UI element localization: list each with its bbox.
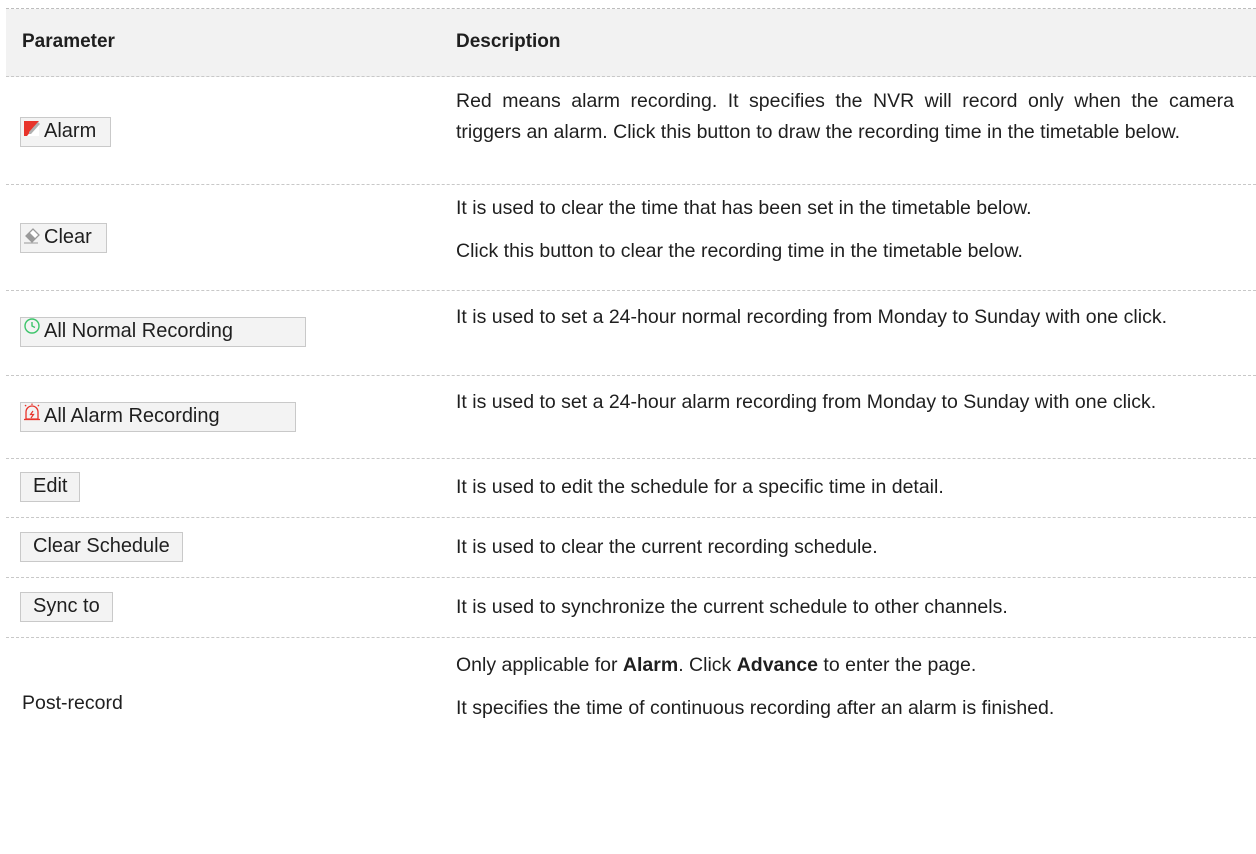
header-description: Description	[456, 31, 561, 52]
parameter-table: Parameter Description Alarm Red means al…	[6, 8, 1256, 755]
table-row-alarm: Alarm Red means alarm recording. It spec…	[6, 77, 1256, 185]
table-row-post-record: Post-record Only applicable for Alarm. C…	[6, 638, 1256, 755]
alarm-button[interactable]: Alarm	[20, 117, 112, 147]
clear-button[interactable]: Clear	[20, 223, 107, 253]
table-header: Parameter Description	[6, 9, 1256, 77]
post-record-label: Post-record	[22, 692, 123, 714]
eraser-icon	[23, 224, 41, 246]
table-row-clear-schedule: Clear Schedule It is used to clear the c…	[6, 518, 1256, 578]
all-normal-description: It is used to set a 24-hour normal recor…	[456, 306, 1168, 328]
table-row-clear: Clear It is used to clear the time that …	[6, 185, 1256, 291]
clock-icon	[23, 318, 41, 340]
edit-button[interactable]: Edit	[20, 472, 81, 502]
advance-term: Advance	[736, 654, 818, 676]
all-normal-recording-label: All Normal Recording	[44, 320, 233, 342]
table-row-edit: Edit It is used to edit the schedule for…	[6, 459, 1256, 518]
all-alarm-recording-label: All Alarm Recording	[44, 405, 220, 427]
table-row-all-alarm: All Alarm Recording It is used to set a …	[6, 376, 1256, 459]
clear-description: It is used to clear the time that has be…	[456, 197, 1032, 262]
clear-schedule-description: It is used to clear the current recordin…	[456, 536, 878, 558]
all-alarm-description: It is used to set a 24-hour alarm record…	[456, 391, 1157, 413]
all-normal-recording-button[interactable]: All Normal Recording	[20, 317, 306, 347]
post-record-description: Only applicable for Alarm. Click Advance…	[456, 654, 1055, 719]
alarm-bell-icon	[23, 403, 41, 425]
clear-schedule-button[interactable]: Clear Schedule	[20, 532, 183, 562]
sync-to-button[interactable]: Sync to	[20, 592, 113, 622]
clear-button-label: Clear	[44, 226, 92, 248]
all-alarm-recording-button[interactable]: All Alarm Recording	[20, 402, 296, 432]
header-parameter: Parameter	[22, 31, 115, 52]
edit-description: It is used to edit the schedule for a sp…	[456, 476, 944, 498]
alarm-term: Alarm	[622, 654, 679, 676]
alarm-pen-icon	[23, 118, 41, 140]
alarm-button-label: Alarm	[44, 120, 97, 142]
table-row-all-normal: All Normal Recording It is used to set a…	[6, 291, 1256, 376]
sync-to-description: It is used to synchronize the current sc…	[456, 596, 1008, 618]
alarm-description: Red means alarm recording. It specifies …	[456, 90, 1234, 143]
table-row-sync-to: Sync to It is used to synchronize the cu…	[6, 578, 1256, 638]
